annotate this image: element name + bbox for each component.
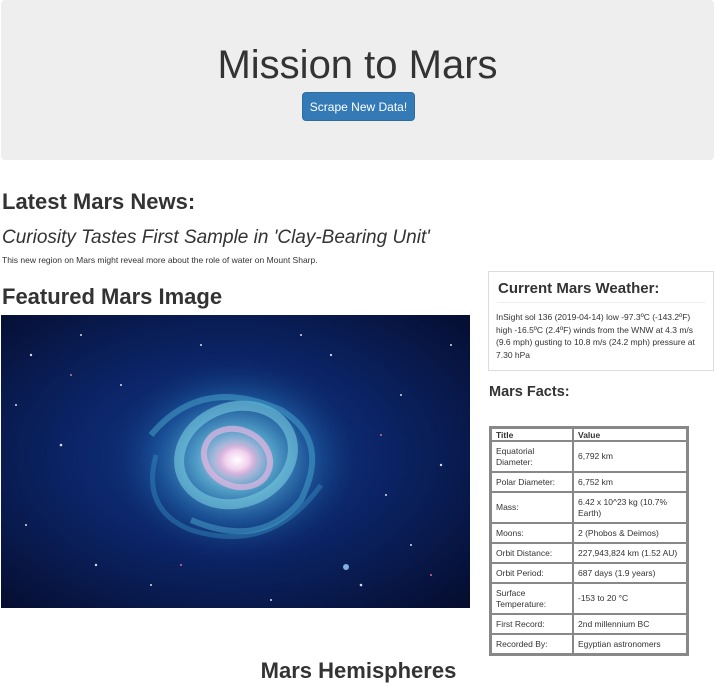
table-row: Mass: 6.42 x 10^23 kg (10.7% Earth): [491, 492, 687, 523]
table-row: Recorded By: Egyptian astronomers: [491, 634, 687, 654]
news-heading: Latest Mars News:: [2, 189, 196, 214]
fact-value: -153 to 20 °C: [573, 583, 687, 614]
news-title: Curiosity Tastes First Sample in 'Clay-B…: [2, 227, 430, 248]
page-title: Mission to Mars: [217, 43, 498, 87]
fact-value: 6,792 km: [573, 441, 687, 472]
weather-heading: Current Mars Weather:: [498, 280, 660, 297]
fact-title: Recorded By:: [491, 634, 573, 654]
mars-facts-table: Title Value Equatorial Diameter: 6,792 k…: [489, 426, 689, 656]
news-paragraph: This new region on Mars might reveal mor…: [2, 255, 318, 265]
table-row: Orbit Distance: 227,943,824 km (1.52 AU): [491, 543, 687, 563]
fact-value: 2nd millennium BC: [573, 614, 687, 634]
fact-title: Orbit Distance:: [491, 543, 573, 563]
weather-divider: [497, 302, 705, 303]
fact-title: Moons:: [491, 523, 573, 543]
fact-title: Orbit Period:: [491, 563, 573, 583]
table-row: Polar Diameter: 6,752 km: [491, 472, 687, 492]
hemispheres-heading: Mars Hemispheres: [260, 658, 457, 683]
column-header-value: Value: [573, 428, 687, 441]
fact-value: 227,943,824 km (1.52 AU): [573, 543, 687, 563]
fact-title: Polar Diameter:: [491, 472, 573, 492]
fact-title: Surface Temperature:: [491, 583, 573, 614]
fact-title: Equatorial Diameter:: [491, 441, 573, 472]
fact-value: Egyptian astronomers: [573, 634, 687, 654]
featured-image-heading: Featured Mars Image: [2, 284, 223, 309]
fact-value: 6,752 km: [573, 472, 687, 492]
featured-mars-image: [1, 315, 470, 608]
table-header-row: Title Value: [491, 428, 687, 441]
fact-value: 2 (Phobos & Deimos): [573, 523, 687, 543]
column-header-title: Title: [491, 428, 573, 441]
table-row: Moons: 2 (Phobos & Deimos): [491, 523, 687, 543]
table-row: Equatorial Diameter: 6,792 km: [491, 441, 687, 472]
facts-heading: Mars Facts:: [489, 384, 570, 400]
scrape-new-data-button[interactable]: Scrape New Data!: [302, 92, 415, 121]
table-row: Orbit Period: 687 days (1.9 years): [491, 563, 687, 583]
fact-value: 6.42 x 10^23 kg (10.7% Earth): [573, 492, 687, 523]
header-jumbotron: Mission to Mars Scrape New Data!: [1, 0, 714, 160]
fact-value: 687 days (1.9 years): [573, 563, 687, 583]
fact-title: Mass:: [491, 492, 573, 523]
table-row: Surface Temperature: -153 to 20 °C: [491, 583, 687, 614]
weather-text: InSight sol 136 (2019-04-14) low -97.3ºC…: [496, 312, 695, 360]
table-row: First Record: 2nd millennium BC: [491, 614, 687, 634]
fact-title: First Record:: [491, 614, 573, 634]
weather-panel: Current Mars Weather: InSight sol 136 (2…: [488, 271, 714, 371]
